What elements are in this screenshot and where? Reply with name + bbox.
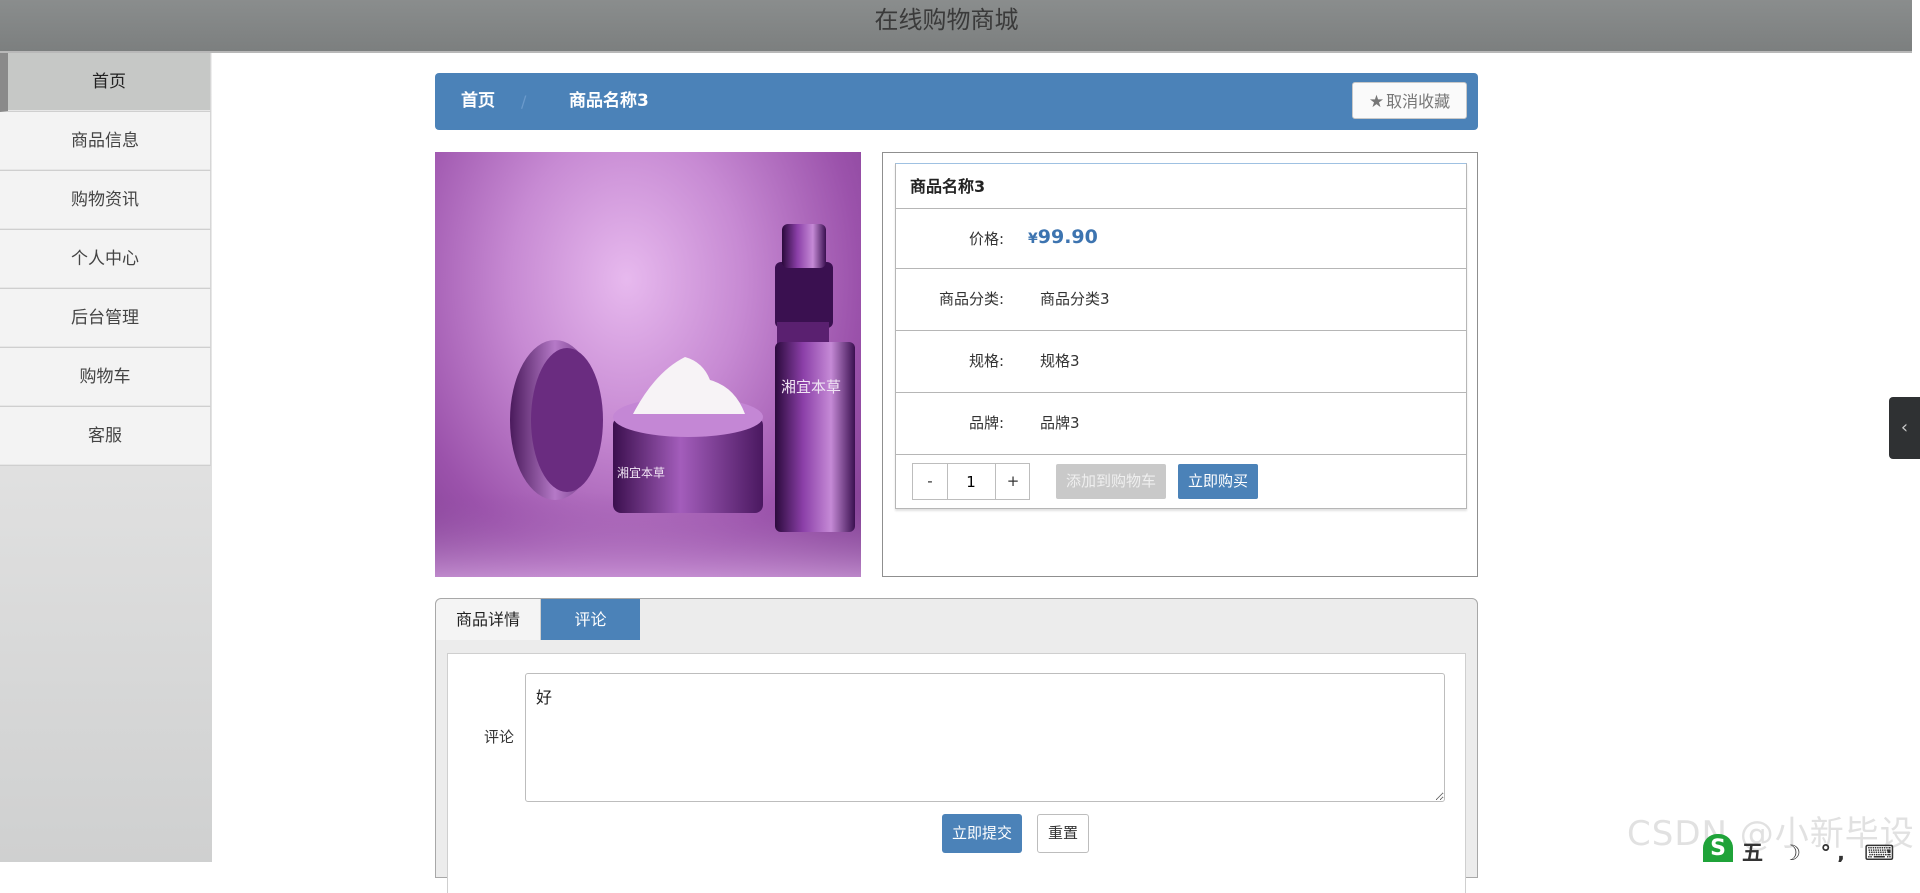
submit-comment-button[interactable]: 立即提交	[942, 814, 1022, 853]
product-info-panel: 商品名称3 价格: ¥99.90 商品分类: 商品分类3 规格: 规格3 品牌:…	[882, 152, 1478, 577]
add-to-cart-button[interactable]: 添加到购物车	[1056, 464, 1166, 499]
currency-symbol: ¥	[1028, 231, 1038, 247]
ime-logo-icon[interactable]: S	[1703, 834, 1733, 862]
sidebar-item-news[interactable]: 购物资讯	[0, 171, 211, 230]
price-row: 价格: ¥99.90	[895, 209, 1467, 269]
sidebar-item-cart[interactable]: 购物车	[0, 348, 211, 407]
breadcrumb-home[interactable]: 首页	[461, 73, 495, 130]
brand-value: 品牌3	[1040, 414, 1080, 432]
product-name: 商品名称3	[910, 177, 986, 196]
sidebar-item-home[interactable]: 首页	[0, 53, 211, 112]
sidebar-nav: 首页 商品信息 购物资讯 个人中心 后台管理 购物车 客服	[0, 53, 212, 862]
quantity-stepper: - +	[912, 463, 1030, 500]
ime-status-text[interactable]: 五 ☽ °, ⌨ ♟ ⁝	[1742, 837, 1912, 862]
spec-value: 规格3	[1040, 352, 1080, 370]
top-bar: 在线购物商城	[0, 0, 1920, 53]
price-label: 价格:	[968, 230, 1004, 248]
comment-label: 评论	[484, 728, 515, 746]
buy-now-button[interactable]: 立即购买	[1178, 464, 1258, 499]
price-number: 99.90	[1037, 226, 1098, 248]
product-image: 湘宜本草 湘宜本草	[435, 152, 861, 577]
sidebar-item-service[interactable]: 客服	[0, 407, 211, 466]
product-photo-graphic: 湘宜本草 湘宜本草	[435, 224, 861, 577]
sidebar-item-products[interactable]: 商品信息	[0, 112, 211, 171]
product-name-row: 商品名称3	[895, 163, 1467, 209]
spec-label: 规格:	[968, 352, 1004, 370]
star-icon: ★	[1368, 92, 1385, 112]
site-title: 在线购物商城	[874, 6, 1019, 34]
category-label: 商品分类:	[938, 290, 1004, 308]
quantity-increase-button[interactable]: +	[995, 464, 1030, 499]
purchase-row: - + 添加到购物车 立即购买	[895, 455, 1467, 509]
brand-row: 品牌: 品牌3	[895, 393, 1467, 455]
product-tabs: 商品详情 评论 评论 好 立即提交 重置	[435, 598, 1478, 893]
brand-label: 品牌:	[968, 414, 1004, 432]
chevron-left-icon[interactable]: ‹	[1889, 397, 1920, 459]
sidebar-item-profile[interactable]: 个人中心	[0, 230, 211, 289]
quantity-input[interactable]	[948, 464, 994, 499]
category-row: 商品分类: 商品分类3	[895, 269, 1467, 331]
reset-button[interactable]: 重置	[1037, 814, 1089, 853]
ime-toolbar: S 五 ☽ °, ⌨ ♟ ⁝	[1700, 834, 1912, 862]
breadcrumb: 首页 / 商品名称3 ★ 取消收藏	[435, 73, 1478, 130]
quantity-decrease-button[interactable]: -	[913, 464, 948, 499]
tab-comments[interactable]: 评论	[541, 599, 640, 640]
comment-textarea[interactable]: 好	[525, 673, 1445, 802]
sidebar-item-admin[interactable]: 后台管理	[0, 289, 211, 348]
breadcrumb-separator: /	[521, 92, 527, 111]
breadcrumb-current: 商品名称3	[569, 91, 649, 111]
tab-product-detail[interactable]: 商品详情	[436, 599, 541, 640]
unfavorite-button[interactable]: ★ 取消收藏	[1352, 82, 1467, 119]
category-value: 商品分类3	[1040, 290, 1110, 308]
comment-form: 评论 好 立即提交 重置	[447, 653, 1466, 893]
unfavorite-label: 取消收藏	[1386, 92, 1451, 111]
price-value: ¥99.90	[1028, 209, 1098, 267]
jar-brand-text: 湘宜本草	[617, 465, 665, 480]
bottle-brand-text: 湘宜本草	[781, 378, 841, 396]
spec-row: 规格: 规格3	[895, 331, 1467, 393]
